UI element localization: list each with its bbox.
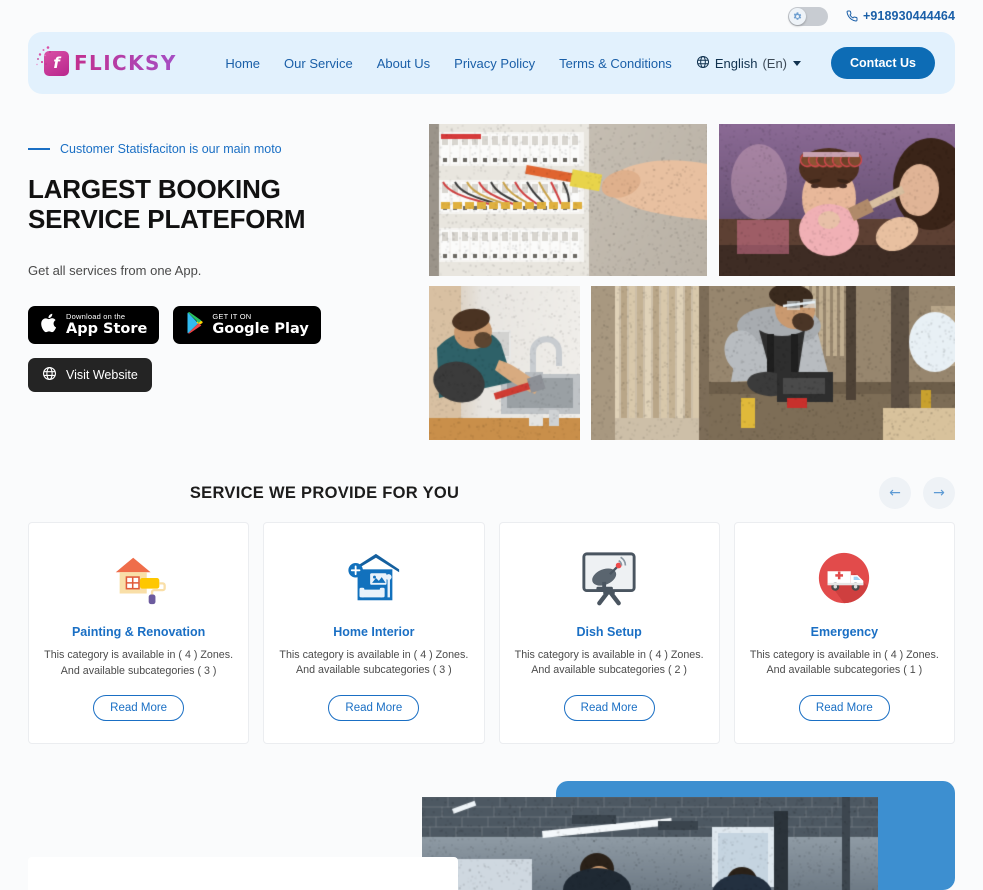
services-header: SERVICE WE PROVIDE FOR YOU ← → [0, 466, 983, 520]
nav-item-privacy-policy[interactable]: Privacy Policy [454, 56, 535, 71]
hero-image-carpenter [591, 286, 955, 440]
ambulance-icon [814, 549, 874, 609]
nav-item-terms-conditions[interactable]: Terms & Conditions [559, 56, 672, 71]
main-navigation: Home Our Service About Us Privacy Policy… [225, 47, 935, 79]
app-store-label: Download on the App Store [66, 313, 147, 337]
hero-title-line1: LARGEST BOOKING [28, 174, 281, 204]
service-card-description: This category is available in ( 4 ) Zone… [514, 648, 705, 679]
app-store-big-label: App Store [66, 322, 147, 337]
hero-image-plumber [429, 286, 580, 440]
globe-icon [42, 366, 57, 384]
logo-wordmark: FLICKSY [74, 51, 177, 75]
service-card-description: This category is available in ( 4 ) Zone… [278, 648, 469, 679]
hero-image-salon [719, 124, 955, 276]
service-card-title: Dish Setup [576, 625, 641, 639]
service-card-dish-setup[interactable]: Dish Setup This category is available in… [499, 522, 720, 744]
logo[interactable]: f FLICKSY [44, 51, 177, 76]
google-play-icon [185, 312, 205, 337]
service-card-home-interior[interactable]: Home Interior This category is available… [263, 522, 484, 744]
nav-item-our-service[interactable]: Our Service [284, 56, 353, 71]
globe-icon [696, 55, 710, 72]
service-card-description: This category is available in ( 4 ) Zone… [749, 648, 940, 679]
visit-website-label: Visit Website [66, 368, 138, 382]
language-code: (En) [762, 56, 787, 71]
phone-icon [846, 10, 858, 22]
logo-sparkle-icon [35, 45, 53, 67]
apple-icon [40, 312, 59, 337]
eyebrow-dash-icon [28, 148, 50, 150]
hero-section: Customer Statisfaciton is our main moto … [0, 94, 983, 466]
app-store-small-label: Download on the [66, 313, 147, 321]
language-label: English [715, 56, 758, 71]
hero-image-grid [429, 124, 955, 440]
hero-eyebrow: Customer Statisfaciton is our main moto [28, 142, 400, 156]
top-utility-bar: +918930444464 [0, 0, 983, 32]
language-selector[interactable]: English (En) [696, 55, 801, 72]
service-card-list: Painting & Renovation This category is a… [28, 522, 955, 744]
hero-subtitle: Get all services from one App. [28, 263, 400, 278]
read-more-button[interactable]: Read More [799, 695, 890, 721]
service-card-painting-renovation[interactable]: Painting & Renovation This category is a… [28, 522, 249, 744]
bottom-office-photo [422, 797, 878, 890]
nav-item-home[interactable]: Home [225, 56, 260, 71]
site-header: f FLICKSY Home Our Service About Us Priv… [28, 32, 955, 94]
hero-copy: Customer Statisfaciton is our main moto … [0, 94, 400, 466]
hero-eyebrow-label: Customer Statisfaciton is our main moto [60, 142, 282, 156]
read-more-button[interactable]: Read More [564, 695, 655, 721]
visit-website-button[interactable]: Visit Website [28, 358, 152, 392]
phone-number[interactable]: +918930444464 [846, 9, 955, 23]
gear-icon [789, 8, 806, 25]
service-card-title: Emergency [811, 625, 878, 639]
carousel-controls: ← → [879, 477, 955, 509]
service-card-title: Home Interior [333, 625, 414, 639]
satellite-dish-tv-icon [578, 549, 640, 609]
bottom-white-card [28, 857, 458, 890]
store-badges: Download on the App Store GET IT ON Goog… [28, 306, 400, 344]
hero-title: LARGEST BOOKING SERVICE PLATEFORM [28, 174, 400, 235]
google-play-button[interactable]: GET IT ON Google Play [173, 306, 320, 344]
read-more-button[interactable]: Read More [93, 695, 184, 721]
services-title: SERVICE WE PROVIDE FOR YOU [190, 484, 459, 503]
contact-us-button[interactable]: Contact Us [831, 47, 935, 79]
read-more-button[interactable]: Read More [328, 695, 419, 721]
chevron-down-icon [793, 61, 801, 66]
service-card-title: Painting & Renovation [72, 625, 205, 639]
logo-mark-icon: f [44, 51, 69, 76]
home-interior-sofa-icon [344, 549, 404, 609]
service-card-description: This category is available in ( 4 ) Zone… [43, 648, 234, 679]
service-card-emergency[interactable]: Emergency This category is available in … [734, 522, 955, 744]
google-play-big-label: Google Play [212, 322, 308, 337]
phone-number-label: +918930444464 [863, 9, 955, 23]
logo-letter: f [53, 54, 60, 72]
hero-title-line2: SERVICE PLATEFORM [28, 204, 305, 234]
house-paint-roller-icon [108, 549, 170, 609]
google-play-small-label: GET IT ON [212, 313, 308, 321]
carousel-prev-button[interactable]: ← [879, 477, 911, 509]
settings-toggle[interactable] [788, 7, 828, 26]
hero-image-electrician [429, 124, 707, 276]
google-play-label: GET IT ON Google Play [212, 313, 308, 337]
carousel-next-button[interactable]: → [923, 477, 955, 509]
app-store-button[interactable]: Download on the App Store [28, 306, 159, 344]
nav-item-about-us[interactable]: About Us [377, 56, 430, 71]
